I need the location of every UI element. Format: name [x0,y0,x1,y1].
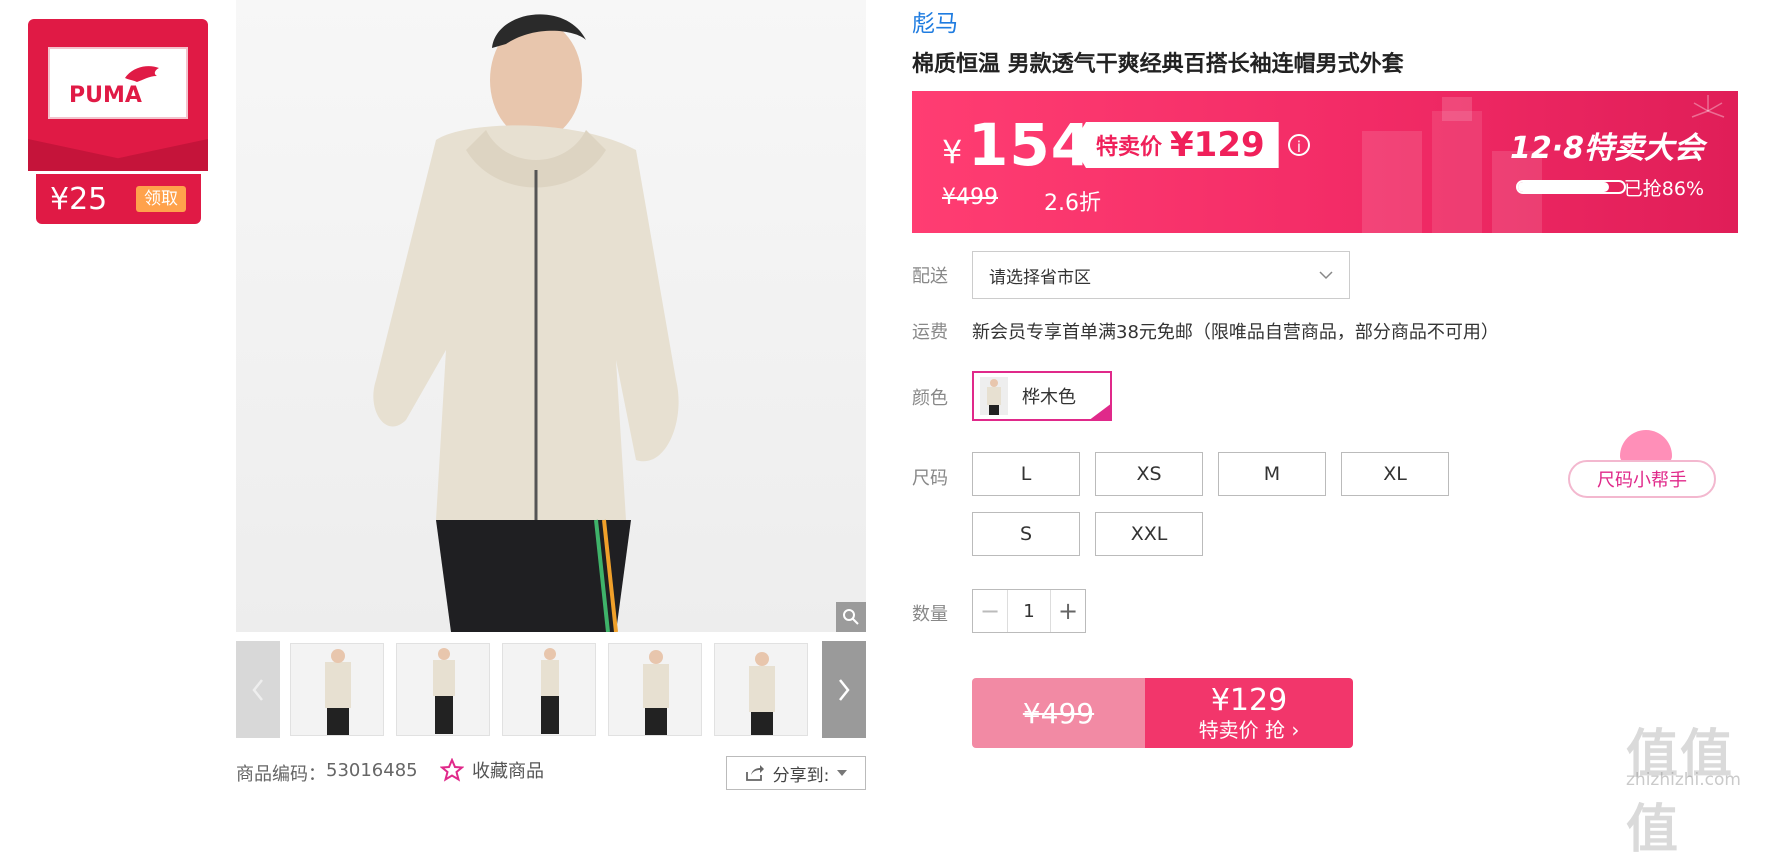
quantity-label: 数量 [912,604,948,625]
buy-original-price: ¥499 [972,678,1145,748]
event-title: 12·8特卖大会 [1509,131,1704,166]
coupon-card[interactable]: PUMA [28,19,208,171]
size-option[interactable]: M [1218,452,1326,496]
sale-price: ¥129 [1170,125,1265,165]
thumbnail[interactable] [396,643,490,736]
brand-link[interactable]: 彪马 [912,4,958,38]
thumbnail-next-button[interactable] [822,641,866,738]
share-label: 分享到: [772,765,830,786]
thumbnail[interactable] [290,643,384,736]
size-helper-button[interactable]: 尺码小帮手 [1568,460,1716,498]
quantity-decrease-button[interactable]: − [973,590,1008,632]
chevron-down-icon [1319,270,1333,279]
thumbnail-strip [236,641,866,738]
zoom-button[interactable] [836,602,866,632]
delivery-label: 配送 [912,266,948,287]
check-icon [1088,403,1110,419]
thumbnail-prev-button[interactable] [236,641,280,738]
quantity-input[interactable]: 1 [1008,590,1050,632]
chevron-right-icon [839,678,850,701]
color-option-label: 桦木色 [1022,387,1076,408]
discount-rate: 2.6折 [1044,191,1101,216]
share-icon [745,765,764,781]
product-title: 棉质恒温 男款透气干爽经典百搭长袖连帽男式外套 [912,52,1404,77]
delivery-region-select[interactable]: 请选择省市区 [972,251,1350,299]
shipping-info: 新会员专享首单满38元免邮（限唯品自营商品，部分商品不可用） [972,322,1499,343]
sale-price-tag: 特卖价 ¥129 [1072,122,1279,168]
thumbnail[interactable] [714,643,808,736]
star-icon [440,758,464,782]
color-option-selected[interactable]: 桦木色 [972,371,1112,421]
size-option[interactable]: XXL [1095,512,1203,556]
thumbnail[interactable] [608,643,702,736]
favorite-button[interactable]: 收藏商品 [440,757,544,783]
sold-progress-text: 已抢86% [1623,178,1704,200]
magnifier-icon [843,609,859,625]
size-option[interactable]: S [972,512,1080,556]
color-swatch-image [980,377,1008,415]
chevron-left-icon [252,678,263,701]
buy-cta-label: 特卖价 抢 › [1198,718,1300,742]
claim-coupon-button[interactable]: 领取 [136,186,186,212]
size-option[interactable]: XL [1341,452,1449,496]
product-code-label: 商品编码： [236,764,326,785]
coupon-fold [28,139,208,171]
color-label: 颜色 [912,388,948,409]
delivery-placeholder: 请选择省市区 [989,267,1091,288]
brand-logo-text: PUMA [69,83,142,108]
puma-logo-icon: PUMA [69,66,159,108]
coupon-amount: ¥25 [50,182,108,217]
quantity-stepper: − 1 + [972,589,1086,633]
mascot-icon [1620,430,1672,464]
price-banner: ¥ 154 特卖价 ¥129 i ¥499 2.6折 12·8特卖大会 已抢86… [912,91,1738,233]
quantity-increase-button[interactable]: + [1050,590,1085,632]
coupon-strip[interactable]: ¥25 领取 [36,174,201,224]
product-code: 53016485 [326,760,418,781]
buy-now-button[interactable]: ¥129 特卖价 抢 › [1145,678,1353,748]
brand-logo: PUMA [48,47,188,119]
caret-down-icon [837,770,848,776]
original-price: ¥499 [942,185,998,210]
size-option[interactable]: XS [1095,452,1203,496]
sold-progress-fill [1518,182,1610,192]
product-main-image[interactable] [236,0,866,632]
sold-progress-bar [1516,180,1626,194]
model-illustration [373,14,679,632]
info-icon[interactable]: i [1288,134,1310,156]
buy-price: ¥129 [1210,683,1288,718]
currency-symbol: ¥ [942,133,963,171]
watermark-url: zhizhizhi.com [1626,770,1741,790]
share-dropdown[interactable]: 分享到: [726,756,866,790]
thumbnail[interactable] [502,643,596,736]
size-option[interactable]: L [972,452,1080,496]
favorite-label: 收藏商品 [472,761,544,782]
shipping-label: 运费 [912,322,948,343]
size-label: 尺码 [912,468,948,489]
sale-price-label: 特卖价 [1096,135,1163,160]
